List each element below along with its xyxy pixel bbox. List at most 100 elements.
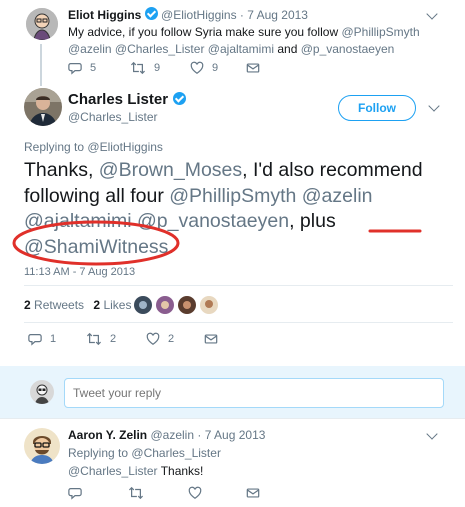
parent-text-and: and <box>277 42 298 56</box>
azelin-avatar-image <box>24 428 60 464</box>
mention-link[interactable]: @azelin <box>302 185 373 207</box>
replying-to-label: Replying to <box>24 140 85 154</box>
liker-avatar[interactable] <box>200 296 218 314</box>
mention-link[interactable]: @Charles_Lister <box>115 42 205 56</box>
parent-tweet-date[interactable]: · 7 Aug 2013 <box>240 8 308 22</box>
chevron-down-icon[interactable] <box>426 8 438 20</box>
parent-author-handle[interactable]: @EliotHiggins <box>161 8 237 22</box>
divider <box>24 285 453 286</box>
reply-count: 1 <box>50 333 57 345</box>
mention-link[interactable]: @Charles_Lister <box>68 464 158 478</box>
retweet-button[interactable]: 9 <box>130 61 160 75</box>
replying-to: Replying to @EliotHiggins <box>24 140 163 154</box>
retweets-stat-label: Retweets <box>34 298 85 312</box>
main-tweet-timestamp[interactable]: 11:13 AM - 7 Aug 2013 <box>24 266 135 278</box>
dm-button[interactable] <box>246 486 268 500</box>
liker-avatar[interactable] <box>156 296 174 314</box>
like-count: 2 <box>168 333 175 345</box>
parent-author-name[interactable]: Eliot Higgins <box>68 8 141 22</box>
reply-button[interactable]: 1 <box>28 332 56 346</box>
engagement-stats: 2 Retweets 2 Likes <box>24 298 131 312</box>
mention-link[interactable]: @PhillipSmyth <box>169 185 296 207</box>
like-icon <box>146 332 160 346</box>
charles-avatar[interactable] <box>24 88 62 126</box>
divider <box>0 418 465 419</box>
main-author-name[interactable]: Charles Lister <box>68 91 168 108</box>
eliot-avatar[interactable] <box>26 8 58 40</box>
reply-text-body: Thanks! <box>160 464 204 478</box>
retweet-count: 2 <box>110 333 117 345</box>
liker-avatar[interactable] <box>134 296 152 314</box>
azelin-avatar[interactable] <box>24 428 60 464</box>
likes-stat[interactable]: 2 Likes <box>93 298 131 312</box>
replying-to-link[interactable]: @Charles_Lister <box>131 446 221 460</box>
current-user-avatar[interactable] <box>30 380 54 404</box>
reply-actions <box>68 486 268 500</box>
reply-tweet-date[interactable]: · 7 Aug 2013 <box>197 428 265 442</box>
reply-input[interactable] <box>64 378 444 408</box>
mention-link[interactable]: @p_vanostaeyen <box>301 42 395 56</box>
dm-button[interactable] <box>246 61 268 75</box>
charles-avatar-image <box>24 88 62 126</box>
reply-author-name[interactable]: Aaron Y. Zelin <box>68 428 147 442</box>
retweet-button[interactable] <box>128 486 152 500</box>
main-author: Charles Lister <box>68 91 186 109</box>
mention-link[interactable]: @ajaltamimi <box>24 210 132 232</box>
reply-tweet-header: Aaron Y. Zelin @azelin · 7 Aug 2013 <box>68 428 265 442</box>
likes-stat-label: Likes <box>103 298 132 312</box>
verified-icon <box>144 7 158 20</box>
main-text-comma: , <box>289 210 295 232</box>
reply-icon <box>68 61 82 75</box>
retweet-count: 9 <box>154 62 161 74</box>
like-count: 9 <box>212 62 219 74</box>
like-button[interactable]: 9 <box>190 61 218 75</box>
reply-count: 5 <box>90 62 97 74</box>
parent-actions: 5 9 9 <box>68 61 268 75</box>
mention-link[interactable]: @Brown_Moses <box>99 159 242 181</box>
retweet-icon <box>130 61 146 75</box>
dm-icon <box>204 332 218 346</box>
like-button[interactable] <box>188 486 210 500</box>
reply-replying-to: Replying to @Charles_Lister <box>68 446 221 460</box>
chevron-down-icon[interactable] <box>428 100 440 112</box>
like-icon <box>188 486 202 500</box>
liker-avatar[interactable] <box>178 296 196 314</box>
main-actions: 1 2 2 <box>28 332 228 346</box>
follow-button[interactable]: Follow <box>338 95 416 121</box>
retweets-stat[interactable]: 2 Retweets <box>24 298 84 312</box>
mention-link[interactable]: @p_vanostaeyen <box>137 210 289 232</box>
main-author-handle[interactable]: @Charles_Lister <box>68 110 158 124</box>
replying-to-link[interactable]: @EliotHiggins <box>87 140 163 154</box>
like-icon <box>190 61 204 75</box>
main-tweet-text: Thanks, @Brown_Moses, I'd also recommend… <box>24 158 454 260</box>
reply-button[interactable]: 5 <box>68 61 96 75</box>
dm-button[interactable] <box>204 332 226 346</box>
retweets-stat-count: 2 <box>24 298 31 312</box>
retweet-icon <box>86 332 102 346</box>
reply-tweet-text: @Charles_Lister Thanks! <box>68 464 203 478</box>
dm-icon <box>246 486 260 500</box>
reply-author-handle[interactable]: @azelin <box>150 428 194 442</box>
reply-icon <box>68 486 82 500</box>
mention-link[interactable]: @azelin <box>68 42 112 56</box>
like-button[interactable]: 2 <box>146 332 174 346</box>
reply-icon <box>28 332 42 346</box>
parent-text-prefix: My advice, if you follow Syria make sure… <box>68 25 342 39</box>
retweet-icon <box>128 486 144 500</box>
mention-link[interactable]: @ShamiWitness <box>24 236 168 258</box>
eliot-avatar-image <box>26 8 58 40</box>
verified-icon <box>172 92 186 105</box>
main-text-period: . <box>168 235 174 258</box>
parent-tweet-header: Eliot Higgins @EliotHiggins · 7 Aug 2013 <box>68 7 308 22</box>
main-text-plus: plus <box>299 210 336 232</box>
reply-button[interactable] <box>68 486 90 500</box>
thread-line <box>40 44 42 86</box>
current-user-avatar-image <box>30 380 54 404</box>
parent-tweet-text: My advice, if you follow Syria make sure… <box>68 24 448 58</box>
retweet-button[interactable]: 2 <box>86 332 116 346</box>
mention-link[interactable]: @ajaltamimi <box>208 42 274 56</box>
mention-link[interactable]: @PhillipSmyth <box>341 25 419 39</box>
chevron-down-icon[interactable] <box>426 428 438 440</box>
replying-to-label: Replying to <box>68 446 129 460</box>
main-text-start: Thanks, <box>24 159 94 181</box>
